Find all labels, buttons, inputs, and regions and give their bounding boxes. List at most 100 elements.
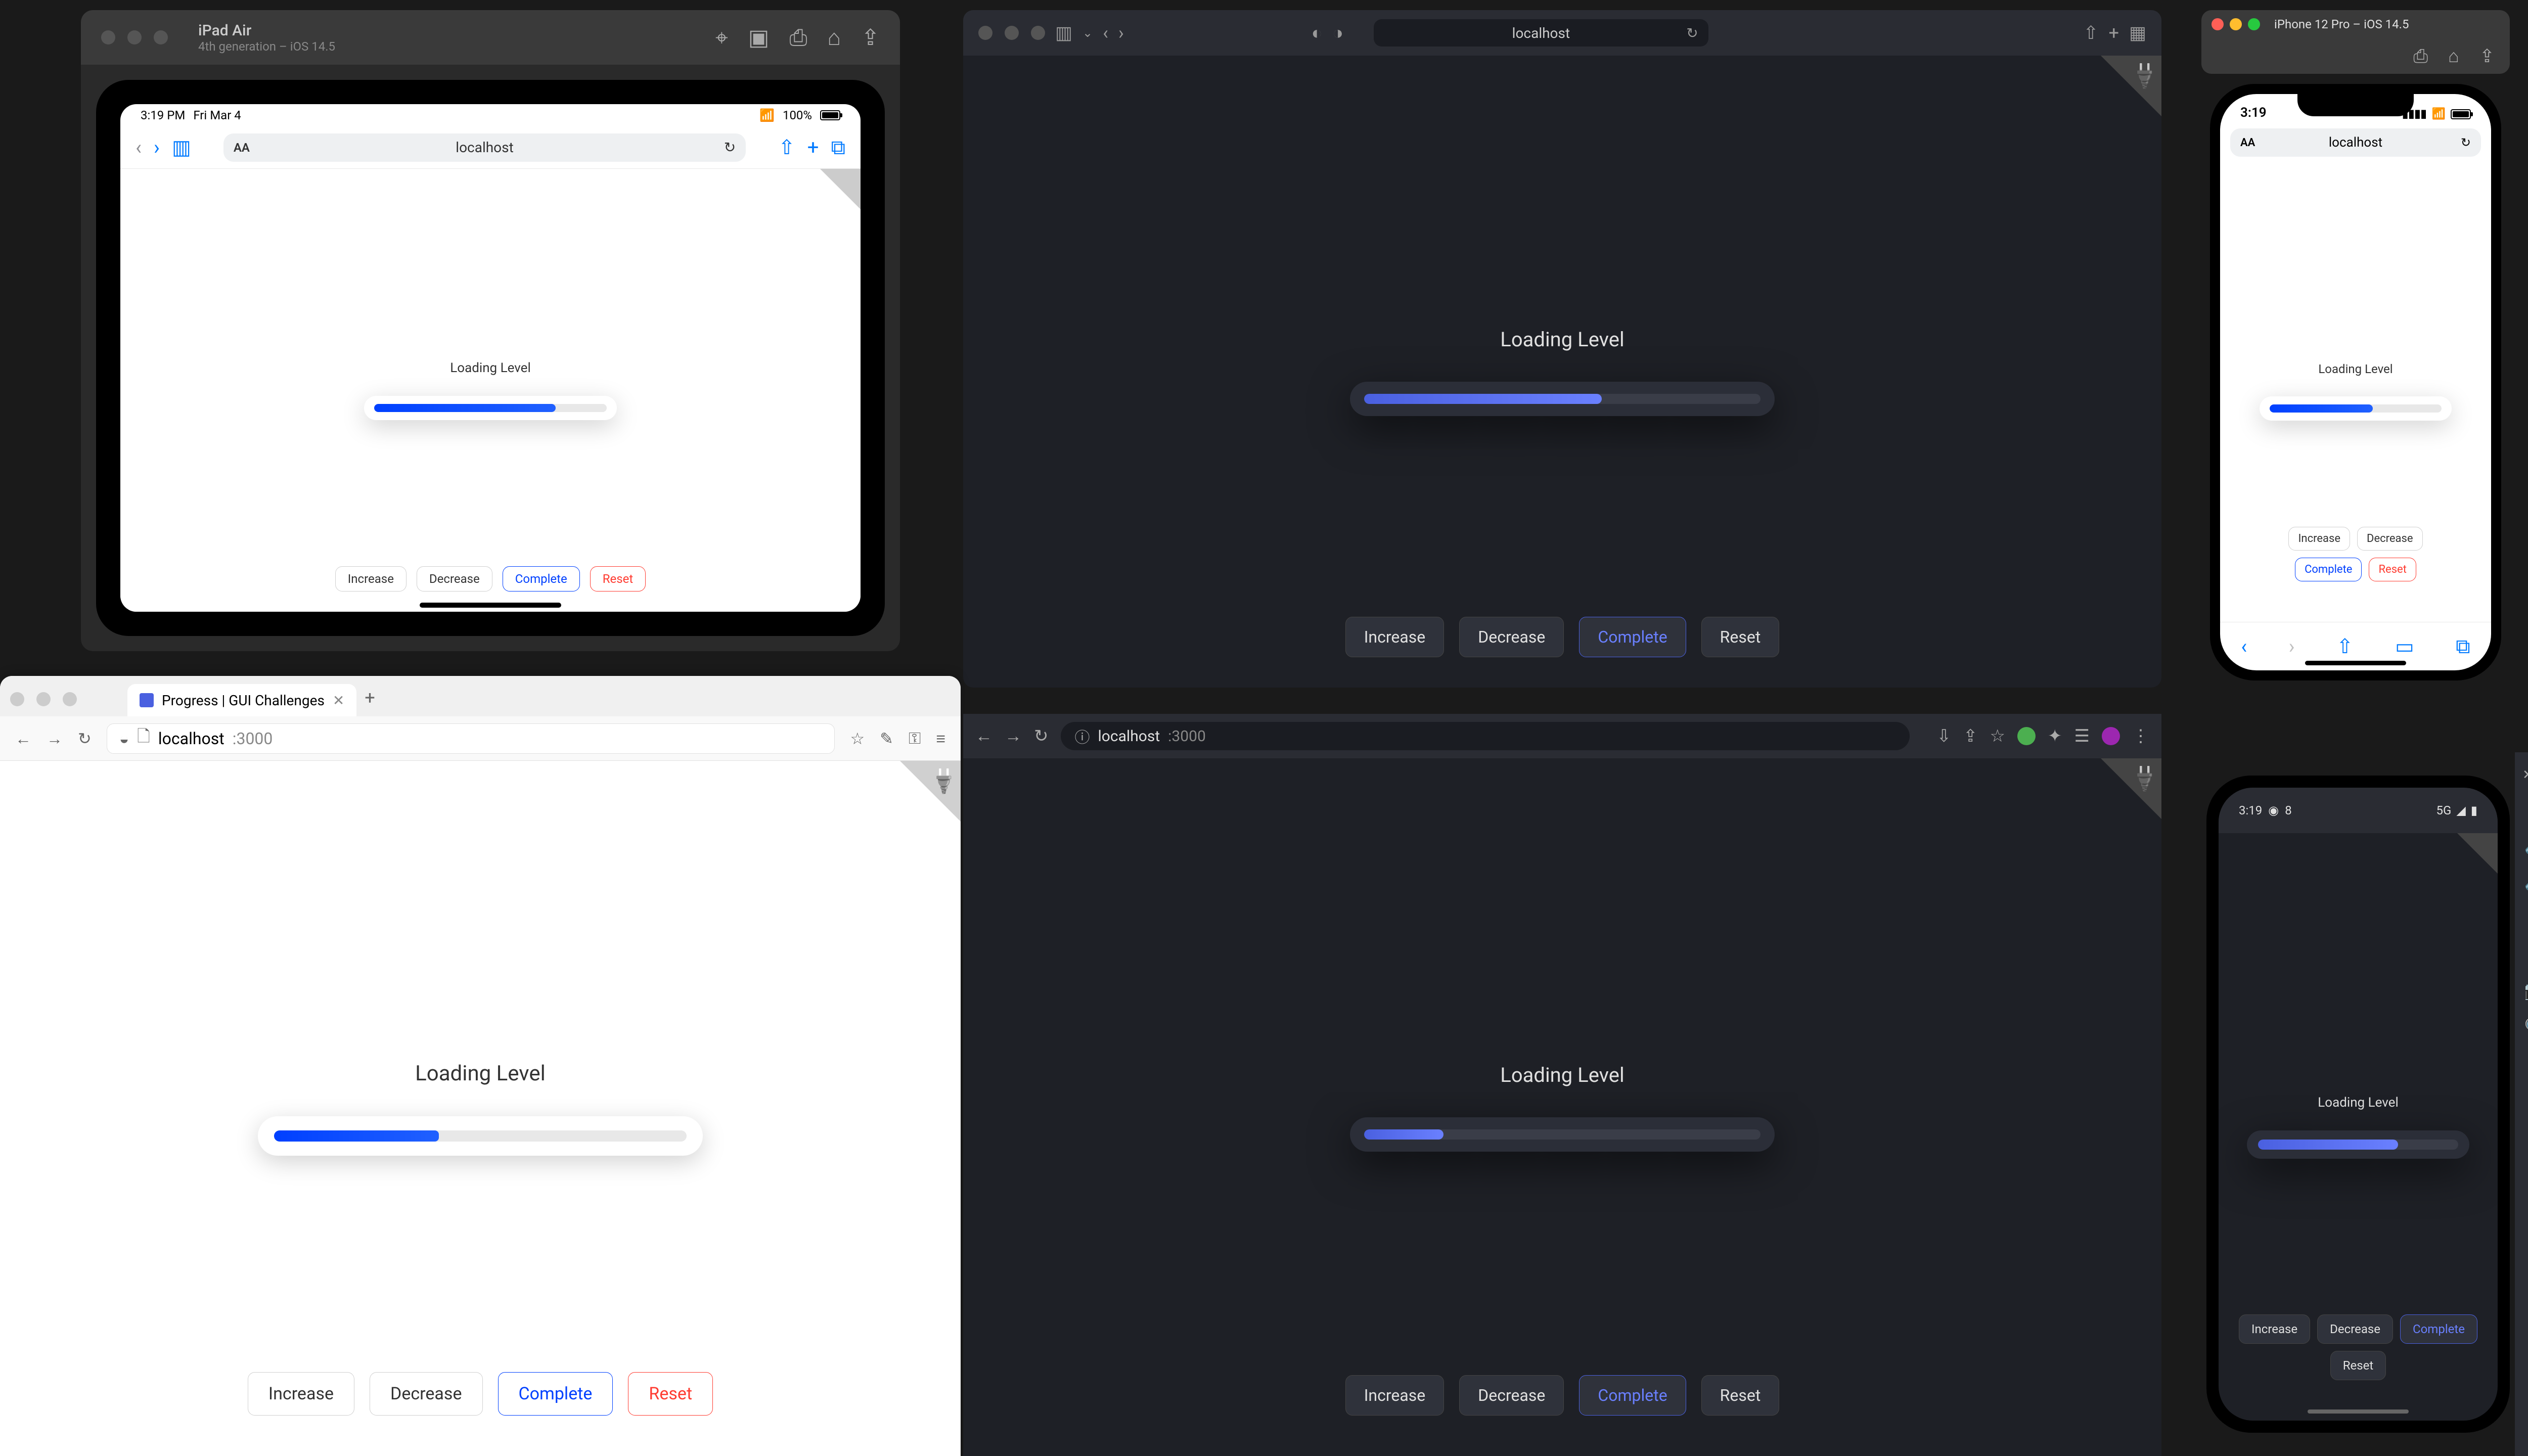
eyedropper-icon[interactable]: ✎ [880,729,893,748]
profile-icon[interactable] [2102,727,2120,745]
ipad-url-field[interactable]: AA localhost ↻ [223,133,746,162]
traffic-close[interactable] [978,26,992,40]
forward-icon[interactable]: → [1005,726,1022,746]
ipad-window-titlebar[interactable]: iPad Air 4th generation – iOS 14.5 ⌖ ▣ ⎙… [81,10,900,65]
iphone-window-titlebar[interactable]: iPhone 12 Pro – iOS 14.5 [2201,10,2510,38]
star-icon[interactable]: ☆ [850,729,865,748]
back-icon[interactable]: ← [975,726,992,746]
new-tab-icon[interactable]: + [807,135,819,159]
share-icon[interactable]: ⇪ [1963,726,1978,746]
reload-icon[interactable]: ↻ [1034,726,1049,746]
decrease-button[interactable]: Decrease [1459,617,1564,657]
share-icon[interactable]: ⇧ [778,135,795,159]
traffic-close[interactable] [101,30,115,44]
share-icon[interactable]: ⇪ [861,24,880,51]
new-tab-icon[interactable]: + [2109,22,2119,43]
shield-icon[interactable]: ◒ [119,729,129,748]
traffic-zoom[interactable] [154,30,168,44]
home-indicator[interactable] [2305,661,2406,665]
home-indicator[interactable] [2308,1409,2409,1414]
increase-button[interactable]: Increase [248,1372,354,1416]
volume-up-icon[interactable]: 🔊 [2524,835,2528,855]
rotate-icon[interactable]: ▣ [748,24,770,51]
reset-button[interactable]: Reset [2330,1351,2386,1380]
reset-button[interactable]: Reset [1701,617,1780,657]
home-indicator[interactable] [420,603,561,608]
reset-button[interactable]: Reset [628,1372,713,1416]
traffic-close[interactable] [2211,18,2224,30]
extensions-icon[interactable]: ✦ [2048,726,2062,746]
text-size-icon[interactable]: AA [2240,136,2255,149]
install-icon[interactable]: ⇩ [1937,726,1952,746]
forward-icon[interactable]: → [47,729,63,748]
reading-list-icon[interactable]: ☰ [2074,726,2090,746]
decrease-button[interactable]: Decrease [2317,1314,2393,1344]
shield-icon[interactable]: ◐ [1312,22,1323,43]
volume-down-icon[interactable]: 🔉 [2524,872,2528,892]
devtools-corner-flag[interactable] [820,169,861,209]
chevron-down-icon[interactable]: ⌄ [1082,26,1093,40]
traffic-zoom[interactable] [63,692,77,706]
chrome-url-field[interactable]: ⓘ localhost:3000 [1061,722,1910,750]
decrease-button[interactable]: Decrease [1459,1375,1564,1416]
traffic-minimize[interactable] [1005,26,1019,40]
firefox-url-field[interactable]: ◒ 🗋 localhost:3000 [107,723,835,754]
contrast-icon[interactable]: ◑ [1332,22,1343,43]
devtools-corner-flag[interactable] [2101,56,2161,116]
camera-icon[interactable]: 📷 [2524,981,2528,1001]
home-icon[interactable]: ⌂ [2448,46,2459,67]
devtools-corner-flag[interactable] [2457,833,2498,874]
text-size-icon[interactable]: AA [234,141,250,155]
sidebar-icon[interactable]: ▥ [172,135,191,159]
back-icon[interactable]: ‹ [136,135,142,159]
reload-icon[interactable]: ↻ [2461,135,2471,150]
bookmarks-icon[interactable]: ▭ [2395,634,2414,658]
sidebar-icon[interactable]: ▥ [1055,22,1072,43]
reset-button[interactable]: Reset [2369,558,2416,581]
reload-icon[interactable]: ↻ [724,139,736,156]
increase-button[interactable]: Increase [1345,617,1444,657]
extension-icon[interactable] [2017,727,2036,745]
decrease-button[interactable]: Decrease [370,1372,482,1416]
devtools-corner-flag[interactable] [2101,758,2161,819]
traffic-minimize[interactable] [2230,18,2242,30]
reload-icon[interactable]: ↻ [1686,25,1698,41]
screenshot-icon[interactable]: ⎙ [789,24,807,51]
forward-icon[interactable]: › [2289,634,2295,658]
iphone-url-field[interactable]: AA localhost ↻ [2230,128,2481,157]
screenshot-icon[interactable]: ⎙ [2413,46,2428,67]
traffic-minimize[interactable] [127,30,142,44]
pointer-icon[interactable]: ⌖ [715,24,728,51]
increase-button[interactable]: Increase [2239,1314,2310,1344]
traffic-zoom[interactable] [1031,26,1045,40]
back-icon[interactable]: ‹ [2241,634,2247,658]
complete-button[interactable]: Complete [2295,558,2362,581]
menu-icon[interactable]: ≡ [936,729,945,748]
decrease-button[interactable]: Decrease [417,566,492,592]
back-icon[interactable]: ‹ [1103,22,1108,43]
reset-button[interactable]: Reset [1701,1375,1780,1416]
star-icon[interactable]: ☆ [1990,726,2005,746]
zoom-icon[interactable]: 🔍 [2524,1017,2528,1037]
close-icon[interactable]: ✕ [2522,767,2528,783]
back-icon[interactable]: ← [15,729,31,748]
firefox-tab[interactable]: Progress | GUI Challenges ✕ [127,684,356,716]
share-icon[interactable]: ⇧ [2083,22,2098,43]
share-icon[interactable]: ⇧ [2336,634,2354,658]
devtools-corner-flag[interactable] [900,761,961,822]
home-icon[interactable]: ⌂ [828,24,841,51]
complete-button[interactable]: Complete [498,1372,613,1416]
tabs-icon[interactable]: ⧉ [831,135,845,159]
new-tab-icon[interactable]: + [365,687,375,708]
complete-button[interactable]: Complete [2400,1314,2477,1344]
menu-icon[interactable]: ⋮ [2132,726,2149,746]
tabs-icon[interactable]: ⧉ [2456,634,2470,658]
complete-button[interactable]: Complete [1579,1375,1686,1416]
key-icon[interactable]: ⚿ [909,729,921,748]
decrease-button[interactable]: Decrease [2357,527,2423,551]
reset-button[interactable]: Reset [590,566,646,592]
increase-button[interactable]: Increase [1345,1375,1444,1416]
tabs-icon[interactable]: ▦ [2129,22,2146,43]
complete-button[interactable]: Complete [503,566,580,592]
traffic-minimize[interactable] [36,692,51,706]
